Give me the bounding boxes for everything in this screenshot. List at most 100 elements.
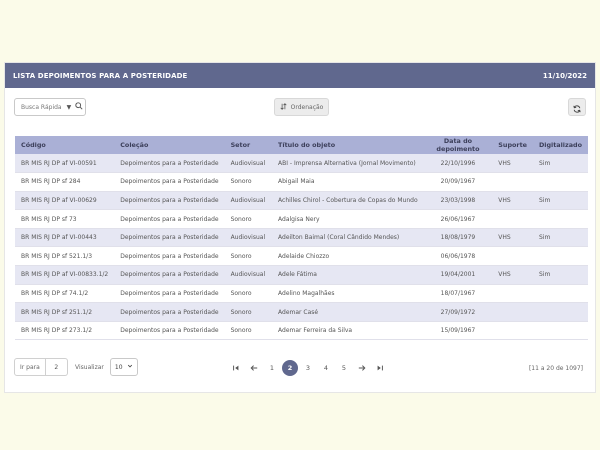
- cell-titulo: Adele Fátima: [272, 265, 424, 285]
- depoimentos-panel: LISTA DEPOIMENTOS PARA A POSTERIDADE 11/…: [4, 62, 596, 393]
- cell-setor: Sonoro: [224, 321, 273, 341]
- col-titulo[interactable]: Título do objeto: [272, 136, 424, 154]
- cell-suporte: [492, 246, 533, 267]
- order-button[interactable]: Ordenação: [274, 98, 329, 116]
- cell-data: 26/06/1967: [423, 209, 493, 229]
- cell-setor: Audiovisual: [224, 191, 273, 211]
- search-icon[interactable]: [75, 102, 83, 112]
- cell-titulo: Adelino Magalhães: [272, 284, 424, 304]
- cell-setor: Sonoro: [224, 172, 273, 192]
- page-3[interactable]: 3: [299, 360, 317, 376]
- search-placeholder: Busca Rápida: [21, 103, 62, 111]
- cell-setor: Sonoro: [224, 284, 273, 304]
- table-row[interactable]: BR MIS RJ DP af VI-00591 Depoimentos para…: [15, 154, 588, 174]
- cell-codigo: BR MIS RJ DP af VI-00629: [15, 191, 115, 211]
- cell-titulo: Ademar Ferreira da Silva: [272, 321, 424, 341]
- table-header-row: Código Coleção Setor Título do objeto Da…: [15, 136, 588, 154]
- page-4[interactable]: 4: [317, 360, 335, 376]
- cell-suporte: VHS: [492, 191, 533, 211]
- cell-data: 20/09/1967: [423, 172, 493, 192]
- goto-page-input[interactable]: 2: [45, 358, 68, 376]
- last-page-icon[interactable]: [371, 360, 389, 376]
- depoimentos-table: Código Coleção Setor Título do objeto Da…: [15, 136, 588, 341]
- cell-colecao: Depoimentos para a Posteridade: [114, 265, 225, 285]
- cell-digitalizado: [532, 302, 588, 322]
- table-row[interactable]: BR MIS RJ DP sf 521.1/3 Depoimentos para …: [15, 246, 588, 267]
- col-codigo[interactable]: Código: [15, 136, 115, 154]
- cell-digitalizado: [532, 321, 588, 341]
- cell-colecao: Depoimentos para a Posteridade: [114, 228, 225, 248]
- table-row[interactable]: BR MIS RJ DP sf 284 Depoimentos para a Po…: [15, 172, 588, 192]
- cell-digitalizado: [532, 246, 588, 267]
- cell-codigo: BR MIS RJ DP sf 284: [15, 172, 115, 192]
- cell-data: 27/09/1972: [423, 302, 493, 322]
- caret-down-icon[interactable]: ▼: [67, 104, 72, 111]
- cell-setor: Sonoro: [224, 209, 273, 229]
- prev-page-icon[interactable]: [245, 360, 263, 376]
- col-colecao[interactable]: Coleção: [114, 136, 225, 154]
- cell-suporte: [492, 302, 533, 322]
- page-size-select[interactable]: 10: [109, 358, 138, 376]
- table-row[interactable]: BR MIS RJ DP af VI-00629 Depoimentos para…: [15, 191, 588, 211]
- table-row[interactable]: BR MIS RJ DP af VI-00833.1/2 Depoimentos …: [15, 265, 588, 285]
- cell-data: 23/03/1998: [423, 191, 493, 211]
- page-size-value: 10: [114, 363, 123, 371]
- cell-data: 19/04/2001: [423, 265, 493, 285]
- cell-colecao: Depoimentos para a Posteridade: [114, 246, 225, 267]
- next-page-icon[interactable]: [353, 360, 371, 376]
- cell-suporte: [492, 172, 533, 192]
- table-row[interactable]: BR MIS RJ DP af VI-00443 Depoimentos para…: [15, 228, 588, 248]
- panel-header: LISTA DEPOIMENTOS PARA A POSTERIDADE 11/…: [5, 63, 595, 88]
- cell-suporte: VHS: [492, 265, 533, 285]
- cell-titulo: Achilles Chirol - Cobertura de Copas do …: [272, 191, 424, 211]
- header-date: 11/10/2022: [542, 71, 587, 80]
- cell-setor: Sonoro: [224, 302, 273, 322]
- first-page-icon[interactable]: [227, 360, 245, 376]
- table-row[interactable]: BR MIS RJ DP sf 273.1/2 Depoimentos para …: [15, 321, 588, 341]
- cell-codigo: BR MIS RJ DP af VI-00833.1/2: [15, 265, 115, 285]
- cell-data: 18/08/1979: [423, 228, 493, 248]
- cell-data: 15/09/1967: [423, 321, 493, 341]
- goto-label: Ir para: [14, 358, 46, 376]
- panel-title: LISTA DEPOIMENTOS PARA A POSTERIDADE: [13, 71, 188, 80]
- cell-codigo: BR MIS RJ DP sf 73: [15, 209, 115, 229]
- col-suporte[interactable]: Suporte: [492, 136, 533, 154]
- col-digitalizado[interactable]: Digitalizado: [532, 136, 588, 154]
- cell-colecao: Depoimentos para a Posteridade: [114, 302, 225, 322]
- page-1[interactable]: 1: [263, 360, 281, 376]
- chevron-down-icon: [127, 363, 133, 371]
- page-2-active[interactable]: 2: [282, 360, 298, 376]
- col-data[interactable]: Data do depoimento: [423, 136, 493, 154]
- cell-colecao: Depoimentos para a Posteridade: [114, 172, 225, 192]
- record-range: [11 a 20 de 1097]: [528, 365, 583, 372]
- table-row[interactable]: BR MIS RJ DP sf 73 Depoimentos para a Pos…: [15, 209, 588, 229]
- cell-data: 22/10/1996: [423, 154, 493, 174]
- cell-colecao: Depoimentos para a Posteridade: [114, 191, 225, 211]
- cell-digitalizado: [532, 209, 588, 229]
- page-5[interactable]: 5: [335, 360, 353, 376]
- refresh-button[interactable]: [568, 98, 586, 116]
- quick-search-input[interactable]: Busca Rápida ▼: [14, 98, 86, 116]
- sort-icon: [280, 102, 287, 112]
- cell-data: 18/07/1967: [423, 284, 493, 304]
- col-setor[interactable]: Setor: [224, 136, 273, 154]
- cell-digitalizado: Sim: [532, 191, 588, 211]
- cell-titulo: Ademar Casé: [272, 302, 424, 322]
- cell-digitalizado: Sim: [532, 228, 588, 248]
- cell-codigo: BR MIS RJ DP sf 521.1/3: [15, 246, 115, 267]
- table-row[interactable]: BR MIS RJ DP sf 251.1/2 Depoimentos para …: [15, 302, 588, 322]
- cell-setor: Sonoro: [224, 246, 273, 267]
- pagination: 1 2 3 4 5: [227, 360, 389, 376]
- cell-suporte: [492, 284, 533, 304]
- order-label: Ordenação: [290, 103, 324, 111]
- cell-suporte: VHS: [492, 228, 533, 248]
- cell-codigo: BR MIS RJ DP sf 74.1/2: [15, 284, 115, 304]
- cell-setor: Audiovisual: [224, 228, 273, 248]
- cell-digitalizado: Sim: [532, 154, 588, 174]
- cell-setor: Audiovisual: [224, 154, 273, 174]
- cell-suporte: [492, 209, 533, 229]
- table-row[interactable]: BR MIS RJ DP sf 74.1/2 Depoimentos para a…: [15, 284, 588, 304]
- cell-titulo: Adelaide Chiozzo: [272, 246, 424, 267]
- cell-colecao: Depoimentos para a Posteridade: [114, 209, 225, 229]
- goto-page-group: Ir para 2: [14, 358, 68, 376]
